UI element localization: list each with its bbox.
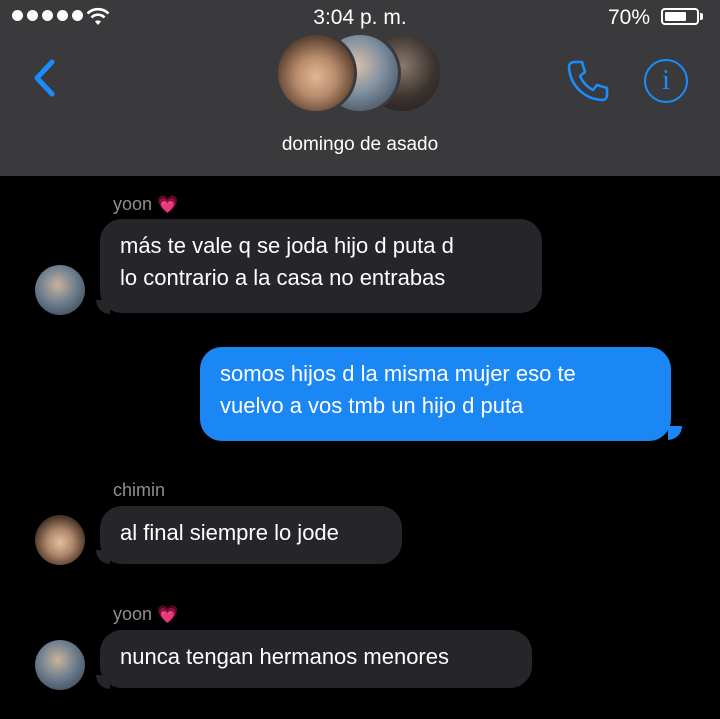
message-bubble[interactable]: nunca tengan hermanos menores — [100, 630, 532, 688]
group-avatars[interactable] — [275, 32, 445, 118]
message-line: nunca tengan hermanos menores — [120, 644, 449, 669]
message-line: somos hijos d la misma mujer eso te — [220, 361, 576, 386]
chevron-left-icon[interactable] — [28, 56, 68, 100]
heart-icon: 💗 — [157, 195, 179, 214]
group-avatar-1 — [275, 32, 357, 114]
sender-name: yoon 💗 — [113, 604, 178, 625]
sender-label: yoon — [113, 194, 153, 214]
avatar[interactable] — [35, 265, 85, 315]
message-line: lo contrario a la casa no entrabas — [120, 265, 446, 290]
status-bar: 3:04 p. m. 70% — [0, 0, 720, 34]
message-bubble[interactable]: más te vale q se joda hijo d puta d lo c… — [100, 219, 542, 313]
battery-cap — [700, 13, 703, 20]
heart-icon: 💗 — [157, 605, 179, 624]
avatar[interactable] — [35, 515, 85, 565]
sender-label: chimin — [113, 480, 166, 500]
avatar[interactable] — [35, 640, 85, 690]
battery-icon — [661, 8, 699, 25]
info-icon[interactable]: i — [644, 59, 688, 103]
message-line: más te vale q se joda hijo d puta d — [120, 233, 454, 258]
battery-fill — [665, 12, 686, 21]
sender-label: yoon — [113, 604, 153, 624]
battery-percent: 70% — [608, 6, 651, 29]
message-bubble[interactable]: somos hijos d la misma mujer eso te vuel… — [200, 347, 671, 441]
message-bubble[interactable]: al final siempre lo jode — [100, 506, 402, 564]
sender-name: chimin — [113, 480, 165, 501]
message-line: al final siempre lo jode — [120, 520, 339, 545]
bubble-tail — [668, 426, 682, 440]
sender-name: yoon 💗 — [113, 194, 178, 215]
conversation-header: 3:04 p. m. 70% domingo de asado i — [0, 0, 720, 176]
phone-icon[interactable] — [565, 58, 611, 104]
group-name[interactable]: domingo de asado — [0, 134, 720, 156]
message-line: vuelvo a vos tmb un hijo d puta — [220, 393, 524, 418]
